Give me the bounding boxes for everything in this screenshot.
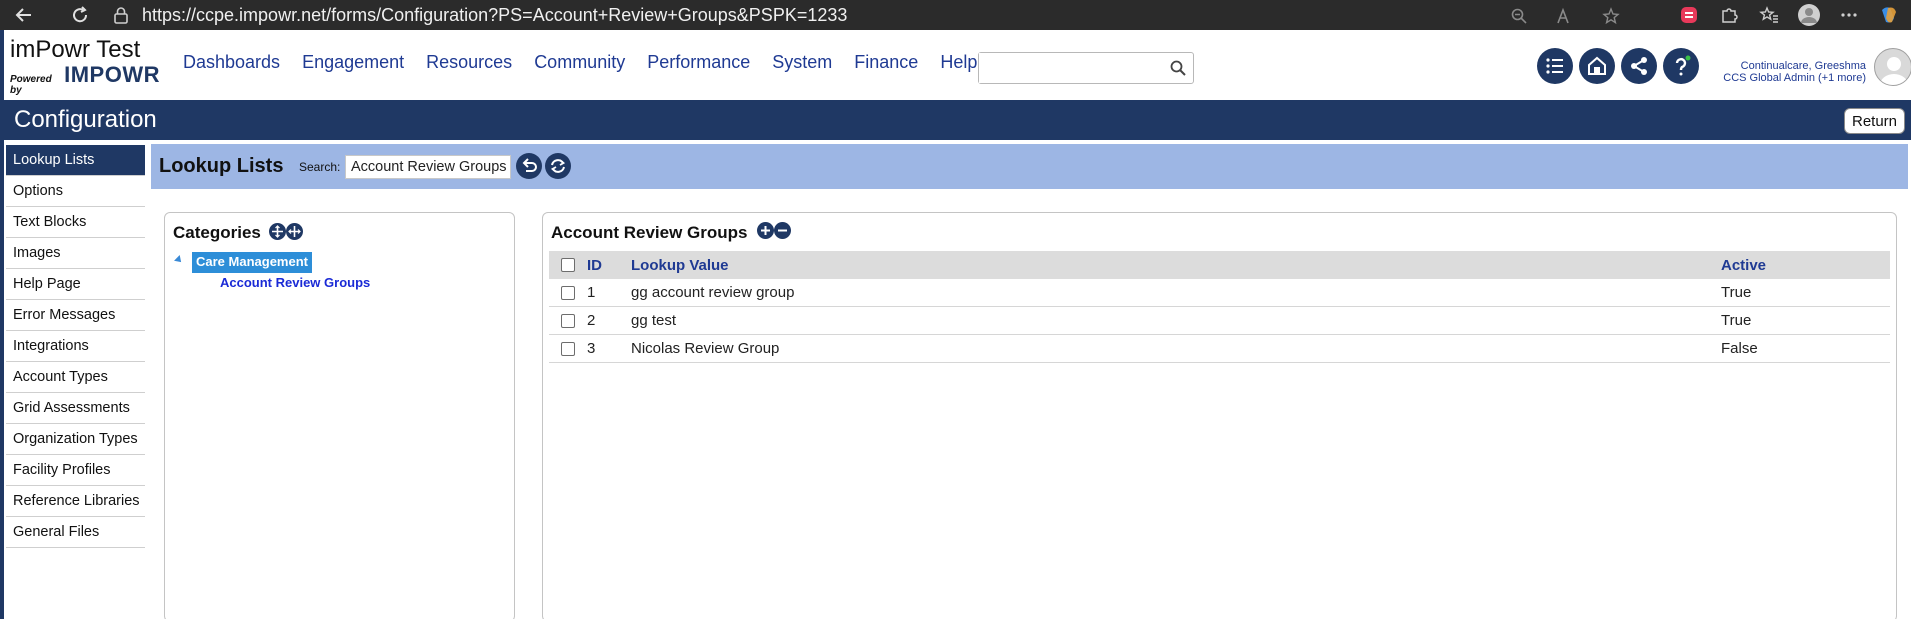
select-all-checkbox[interactable]	[561, 258, 575, 272]
home-icon[interactable]	[1579, 48, 1615, 84]
user-name: Continualcare, Greeshma	[1740, 60, 1866, 72]
reload-icon[interactable]	[66, 1, 94, 29]
lookup-lists-header: Lookup Lists Search:	[151, 144, 1908, 189]
column-header-active[interactable]: Active	[1721, 257, 1841, 274]
back-arrow-icon[interactable]	[10, 1, 38, 29]
help-question-icon[interactable]	[1663, 48, 1699, 84]
tree-expand-arrow-icon[interactable]	[174, 255, 184, 265]
search-label: Search:	[299, 160, 341, 174]
row-active: True	[1721, 284, 1752, 301]
menu-dashboards[interactable]: Dashboards	[183, 52, 280, 73]
row-checkbox[interactable]	[561, 341, 575, 356]
config-sidebar: Lookup Lists Options Text Blocks Images …	[6, 145, 145, 548]
row-lookup-value: gg test	[631, 312, 677, 329]
sidebar-item-lookup-lists[interactable]: Lookup Lists	[6, 145, 145, 176]
header-search-box	[978, 52, 1194, 84]
sidebar-item-integrations[interactable]: Integrations	[6, 331, 145, 362]
tree-node-account-review-groups[interactable]: Account Review Groups	[220, 275, 370, 290]
sidebar-item-organization-types[interactable]: Organization Types	[6, 424, 145, 455]
menu-resources[interactable]: Resources	[426, 52, 512, 73]
lock-icon	[112, 6, 130, 24]
table-row[interactable]: 3 Nicolas Review Group False	[549, 335, 1890, 363]
page-title: Configuration	[14, 106, 157, 133]
row-checkbox[interactable]	[561, 313, 575, 328]
column-header-lookup-value[interactable]: Lookup Value	[631, 257, 1721, 274]
more-options-icon[interactable]	[1835, 1, 1863, 29]
extension-app-icon[interactable]	[1675, 1, 1703, 29]
read-aloud-icon[interactable]	[1551, 2, 1579, 30]
user-info[interactable]: Continualcare, Greeshma CCS Global Admin…	[1704, 60, 1866, 84]
lookup-search-input[interactable]	[345, 155, 511, 179]
menu-system[interactable]: System	[772, 52, 832, 73]
column-header-id[interactable]: ID	[587, 257, 631, 274]
row-lookup-value: gg account review group	[631, 284, 795, 301]
menu-engagement[interactable]: Engagement	[302, 52, 404, 73]
expand-all-icon[interactable]	[269, 223, 286, 240]
avatar[interactable]	[1874, 48, 1911, 86]
table-header: ID Lookup Value Active	[549, 251, 1890, 279]
sidebar-item-general-files[interactable]: General Files	[6, 517, 145, 548]
share-icon[interactable]	[1621, 48, 1657, 84]
collapse-all-icon[interactable]	[286, 223, 303, 240]
menu-help[interactable]: Help	[940, 52, 977, 73]
sidebar-item-text-blocks[interactable]: Text Blocks	[6, 207, 145, 238]
list-menu-icon[interactable]	[1537, 48, 1573, 84]
copilot-icon[interactable]	[1875, 1, 1903, 29]
sidebar-item-help-page[interactable]: Help Page	[6, 269, 145, 300]
favorites-icon[interactable]	[1755, 1, 1783, 29]
extensions-puzzle-icon[interactable]	[1715, 1, 1743, 29]
search-icon[interactable]	[1169, 59, 1187, 77]
section-title: Lookup Lists	[159, 155, 284, 177]
logo-brand: IMPOWR	[64, 62, 160, 87]
categories-title: Categories	[173, 223, 261, 242]
row-lookup-value: Nicolas Review Group	[631, 340, 780, 357]
sidebar-item-facility-profiles[interactable]: Facility Profiles	[6, 455, 145, 486]
row-active: False	[1721, 340, 1758, 357]
remove-icon[interactable]	[774, 222, 791, 239]
sidebar-item-error-messages[interactable]: Error Messages	[6, 300, 145, 331]
favorite-star-icon[interactable]	[1597, 2, 1625, 30]
row-id: 3	[587, 340, 596, 357]
menu-community[interactable]: Community	[534, 52, 625, 73]
page-title-bar: Configuration	[0, 100, 1911, 140]
browser-toolbar: https://ccpe.impowr.net/forms/Configurat…	[0, 0, 1911, 30]
undo-icon[interactable]	[516, 153, 542, 179]
row-id: 1	[587, 284, 596, 301]
sidebar-item-options[interactable]: Options	[6, 176, 145, 207]
menu-finance[interactable]: Finance	[854, 52, 918, 73]
sidebar-item-account-types[interactable]: Account Types	[6, 362, 145, 393]
return-button[interactable]: Return	[1844, 108, 1905, 134]
table-row[interactable]: 2 gg test True	[549, 307, 1890, 335]
profile-icon[interactable]	[1795, 1, 1823, 29]
sidebar-item-grid-assessments[interactable]: Grid Assessments	[6, 393, 145, 424]
row-id: 2	[587, 312, 596, 329]
zoom-out-icon[interactable]	[1505, 2, 1533, 30]
impowr-logo[interactable]: imPowr Test Powered by IMPOWR	[10, 36, 160, 96]
address-bar-icons	[1505, 2, 1625, 30]
row-active: True	[1721, 312, 1752, 329]
user-role: CCS Global Admin (+1 more)	[1723, 72, 1866, 84]
top-menu: Dashboards Engagement Resources Communit…	[183, 52, 999, 73]
app-header: imPowr Test Powered by IMPOWR Dashboards…	[0, 30, 1911, 100]
header-action-icons	[1537, 48, 1699, 84]
tree-node-care-management[interactable]: Care Management	[192, 252, 312, 273]
categories-panel: Categories Care Management Account Revie…	[164, 212, 515, 619]
sidebar-item-reference-libraries[interactable]: Reference Libraries	[6, 486, 145, 517]
row-checkbox[interactable]	[561, 285, 575, 300]
logo-title: imPowr Test	[10, 36, 141, 63]
browser-extensions	[1675, 0, 1911, 30]
left-edge-stripe	[0, 140, 4, 619]
header-search-input[interactable]	[979, 53, 1159, 83]
grid-title: Account Review Groups	[551, 223, 748, 242]
refresh-icon[interactable]	[545, 153, 571, 179]
url-text: https://ccpe.impowr.net/forms/Configurat…	[142, 4, 848, 25]
add-icon[interactable]	[757, 222, 774, 239]
sidebar-item-images[interactable]: Images	[6, 238, 145, 269]
address-bar[interactable]: https://ccpe.impowr.net/forms/Configurat…	[96, 2, 1626, 28]
table-row[interactable]: 1 gg account review group True	[549, 279, 1890, 307]
lookup-values-panel: Account Review Groups ID Lookup Value Ac…	[542, 212, 1897, 619]
logo-powered-by: Powered by	[10, 74, 52, 96]
menu-performance[interactable]: Performance	[647, 52, 750, 73]
